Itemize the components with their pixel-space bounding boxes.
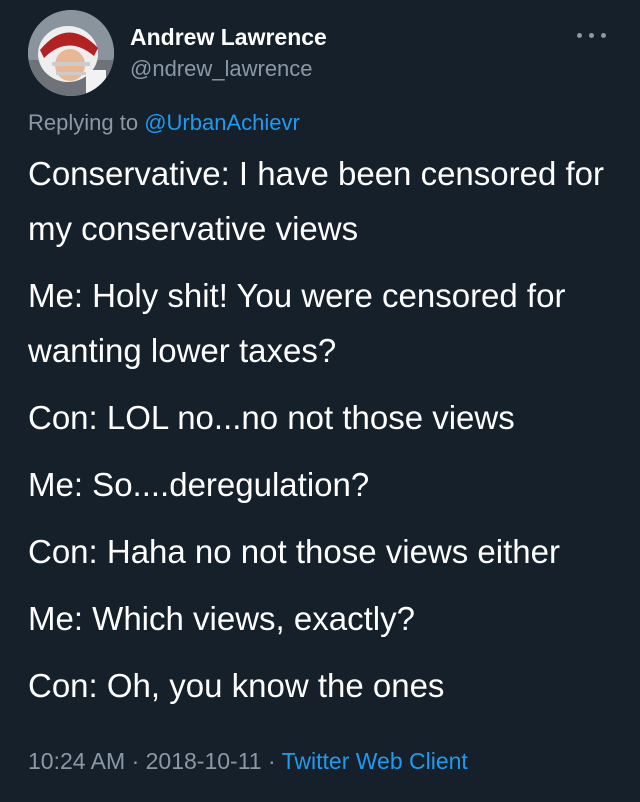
- tweet-line: Conservative: I have been censored for m…: [28, 155, 605, 247]
- tweet-line: Me: Which views, exactly?: [28, 600, 415, 637]
- tweet-date[interactable]: 2018-10-11: [146, 748, 262, 774]
- tweet-meta: 10:24 AM · 2018-10-11 · Twitter Web Clie…: [28, 748, 468, 775]
- more-icon[interactable]: [574, 24, 610, 44]
- tweet-line: Con: Oh, you know the ones: [28, 667, 445, 704]
- tweet-line: Me: So....deregulation?: [28, 466, 370, 503]
- tweet-line: Con: LOL no...no not those views: [28, 399, 515, 436]
- avatar[interactable]: [28, 10, 114, 96]
- avatar-image: [28, 10, 114, 96]
- meta-separator: ·: [261, 748, 282, 774]
- reply-context: Replying to @UrbanAchievr: [28, 110, 300, 136]
- tweet-line: Con: Haha no not those views either: [28, 533, 560, 570]
- tweet-line: Me: Holy shit! You were censored for wan…: [28, 277, 566, 369]
- tweet-body: Conservative: I have been censored for m…: [28, 146, 618, 725]
- author-handle[interactable]: @ndrew_lawrence: [130, 56, 313, 82]
- author-name[interactable]: Andrew Lawrence: [130, 24, 327, 51]
- tweet-time[interactable]: 10:24 AM: [28, 748, 125, 774]
- meta-separator: ·: [125, 748, 146, 774]
- reply-mention-link[interactable]: @UrbanAchievr: [144, 110, 300, 135]
- reply-prefix: Replying to: [28, 110, 145, 135]
- tweet-client-link[interactable]: Twitter Web Client: [282, 748, 468, 774]
